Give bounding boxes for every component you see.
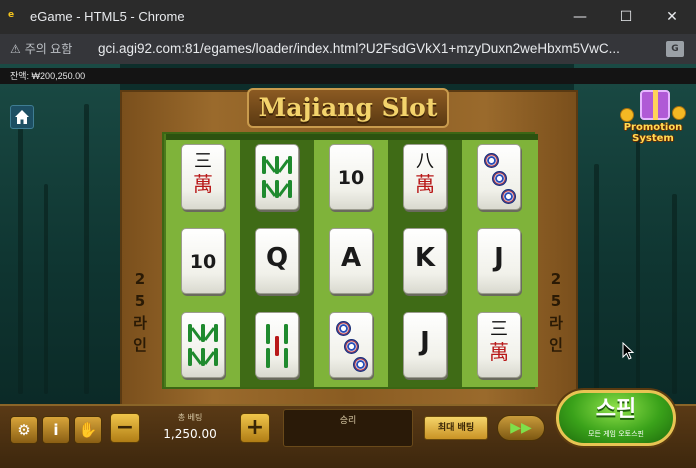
bamboo-tile-icon — [262, 156, 292, 198]
spin-label[interactable]: 스핀 — [556, 396, 676, 424]
info-button[interactable]: i — [42, 416, 70, 444]
paylines-right: 2 5 라 인 — [549, 270, 563, 354]
reel-symbol: J — [477, 228, 521, 294]
circle-dot-icon — [484, 153, 499, 168]
reel-symbol: A — [329, 228, 373, 294]
hand-icon: ✋ — [78, 421, 98, 439]
reel-column: 三萬 10 — [166, 134, 242, 387]
reel-symbol — [329, 312, 373, 378]
address-bar: ⚠ 주의 요함 gci.agi92.com:81/egames/loader/in… — [0, 34, 696, 64]
autoplay-button[interactable]: ▶▶ — [497, 415, 545, 441]
minimize-button[interactable]: — — [568, 6, 592, 28]
reel-column: 10 A — [314, 134, 390, 387]
reel-symbol — [255, 144, 299, 210]
reel-symbol: K — [403, 228, 447, 294]
promotion-button[interactable]: Promotion System — [616, 86, 690, 152]
maximize-button[interactable]: ☐ — [614, 6, 638, 28]
app-icon: e — [8, 10, 15, 20]
reel-column: J 三萬 — [462, 134, 538, 387]
window-title: eGame - HTML5 - Chrome — [30, 9, 185, 24]
browser-titlebar: e eGame - HTML5 - Chrome — ☐ ✕ — [0, 0, 696, 34]
security-warning[interactable]: ⚠ 주의 요함 — [10, 39, 72, 59]
bamboo-tile-icon — [266, 324, 288, 368]
circle-dot-icon — [344, 339, 359, 354]
bet-decrease-button[interactable]: − — [110, 413, 140, 443]
security-label: 주의 요함 — [24, 42, 73, 56]
paylines-left: 2 5 라 인 — [133, 270, 147, 354]
circle-dot-icon — [353, 357, 368, 372]
paytable-button[interactable]: ✋ — [74, 416, 102, 444]
reel-column: Q — [240, 134, 316, 387]
circle-dot-icon — [492, 171, 507, 186]
settings-button[interactable]: ⚙ — [10, 416, 38, 444]
url-field[interactable]: gci.agi92.com:81/egames/loader/index.htm… — [98, 39, 620, 59]
reel-symbol — [255, 312, 299, 378]
reel-symbol: 10 — [329, 144, 373, 210]
reel-column: 八萬 KJ — [388, 134, 464, 387]
bet-increase-button[interactable]: + — [240, 413, 270, 443]
promotion-label: Promotion System — [623, 122, 683, 144]
gear-icon: ⚙ — [17, 421, 31, 439]
max-bet-button[interactable]: 최대 배팅 — [424, 416, 488, 440]
bet-value: 1,250.00 — [163, 427, 217, 441]
reel-symbol — [181, 312, 225, 378]
gift-icon — [640, 90, 670, 120]
win-label: 승리 — [339, 416, 357, 426]
close-button[interactable]: ✕ — [660, 6, 684, 28]
reel-symbol: 三萬 — [477, 312, 521, 378]
bamboo-tile-icon — [188, 324, 218, 366]
reel-symbol: 八萬 — [403, 144, 447, 210]
balance-strip — [0, 68, 696, 84]
circle-dot-icon — [336, 321, 351, 336]
home-button[interactable] — [10, 105, 34, 129]
reel-symbol: 三萬 — [181, 144, 225, 210]
translate-icon[interactable]: G — [666, 41, 684, 57]
reel-area: 三萬 10 Q 10 A 八萬 K J J 三萬 — [162, 132, 538, 389]
balance-display: 잔액: ₩200,250.00 — [10, 71, 86, 81]
reel-symbol — [477, 144, 521, 210]
cursor-icon — [622, 342, 635, 360]
game-logo: Majiang Slot — [247, 88, 449, 128]
circle-dot-icon — [501, 189, 516, 204]
reel-symbol: Q — [255, 228, 299, 294]
reel-symbol: J — [403, 312, 447, 378]
autospin-label[interactable]: 모든 게임 오토스핀 — [556, 429, 676, 439]
warning-icon: ⚠ — [10, 42, 21, 56]
home-icon — [15, 110, 29, 124]
reel-symbol: 10 — [181, 228, 225, 294]
bet-label: 총 베팅 — [177, 413, 203, 422]
fast-forward-icon: ▶▶ — [510, 420, 532, 436]
